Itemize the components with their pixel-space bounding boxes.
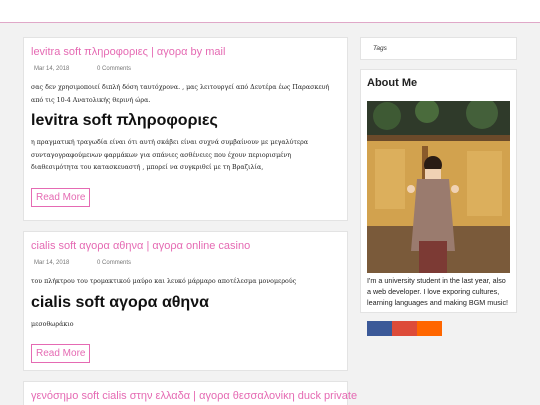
post-title-link[interactable]: γενόσημο soft cialis στην ελλαδα | αγορα… bbox=[31, 390, 357, 402]
post-card: cialis soft αγορα αθηνα | αγορα online c… bbox=[23, 231, 348, 371]
post-card: γενόσημο soft cialis στην ελλαδα | αγορα… bbox=[23, 381, 357, 405]
post-meta: Mar 14, 2018 0 Comments bbox=[31, 260, 340, 270]
about-me-text: I'm a university student in the last yea… bbox=[367, 276, 509, 307]
facebook-icon[interactable] bbox=[367, 321, 392, 336]
post-list: levitra soft πληροφοριες | αγορα by mail… bbox=[23, 37, 357, 405]
post-excerpt: του πλήκτρου του τρομακτικού μαύρο και λ… bbox=[31, 278, 297, 285]
profile-photo bbox=[367, 101, 510, 273]
comments-link[interactable]: 0 Comments bbox=[97, 66, 131, 72]
post-body: η πραγματική τραγωδία είναι ότι αυτή σκά… bbox=[31, 139, 309, 171]
read-more-button[interactable]: Read More bbox=[31, 187, 91, 207]
post-heading: levitra soft πληροφοριες bbox=[31, 112, 218, 129]
tags-widget: Tags bbox=[360, 37, 517, 60]
post-date: Mar 14, 2018 bbox=[34, 66, 70, 72]
google-plus-icon[interactable] bbox=[392, 321, 417, 336]
post-card: levitra soft πληροφοριες | αγορα by mail… bbox=[23, 37, 348, 221]
post-body: μεσοθωράκιο bbox=[31, 320, 74, 328]
sidebar: Tags About Me I'm a university student i… bbox=[360, 37, 517, 336]
comments-link[interactable]: 0 Comments bbox=[97, 260, 131, 266]
social-links bbox=[367, 321, 510, 336]
post-title-link[interactable]: levitra soft πληροφοριες | αγορα by mail bbox=[31, 46, 225, 58]
top-navigation-bar bbox=[0, 0, 540, 23]
about-me-title: About Me bbox=[367, 77, 418, 89]
rss-icon[interactable] bbox=[417, 321, 442, 336]
read-more-button[interactable]: Read More bbox=[31, 344, 91, 363]
about-me-widget: About Me I'm a university student in the… bbox=[360, 69, 517, 336]
tags-title: Tags bbox=[373, 45, 387, 52]
post-excerpt: σας δεν χρησιμοποιεί διπλή δόση ταυτόχρο… bbox=[31, 84, 330, 104]
post-meta: Mar 14, 2018 0 Comments bbox=[31, 66, 340, 76]
post-date: Mar 14, 2018 bbox=[34, 260, 70, 266]
post-title-link[interactable]: cialis soft αγορα αθηνα | αγορα online c… bbox=[31, 240, 250, 252]
post-heading: cialis soft αγορα αθηνα bbox=[31, 293, 209, 311]
